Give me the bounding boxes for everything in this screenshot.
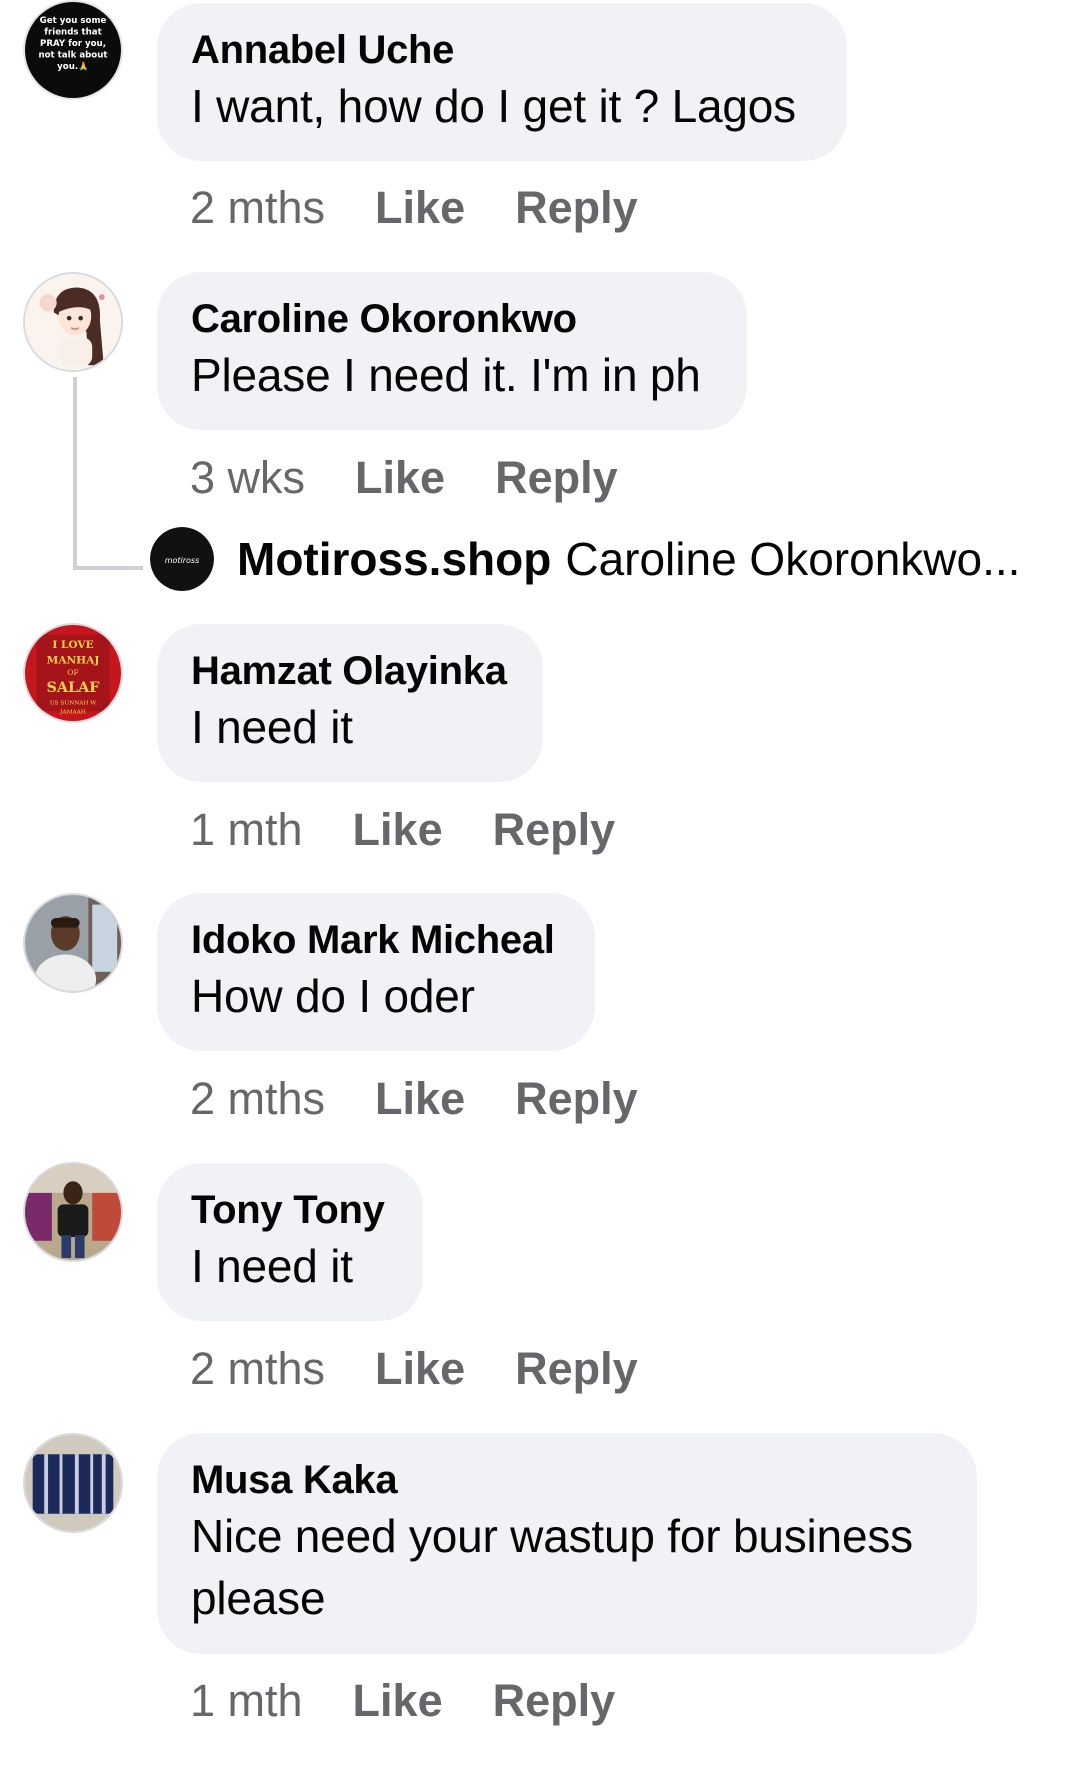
comment-actions: 3 wks Like Reply <box>190 450 668 506</box>
comment-bubble[interactable]: Musa Kaka Nice need your wastup for busi… <box>157 1433 977 1654</box>
comment-actions: 1 mth Like Reply <box>190 802 665 858</box>
reply-author[interactable]: Motiross.shop <box>237 533 551 585</box>
avatar-image: I LOVE MANHAJ OF SALAF US SUNNAH W JAMAA… <box>25 625 121 721</box>
avatar-image <box>25 1435 121 1531</box>
comment-text: Nice need your wastup for business pleas… <box>191 1510 913 1624</box>
reply-thread-connector <box>73 566 143 570</box>
reply-button[interactable]: Reply <box>493 1673 616 1729</box>
avatar[interactable] <box>23 1162 123 1262</box>
reply-button[interactable]: Reply <box>495 450 618 506</box>
avatar-caption-line: PRAY for you, <box>40 39 106 49</box>
avatar[interactable] <box>23 1433 123 1533</box>
like-button[interactable]: Like <box>353 802 443 858</box>
comment-actions: 2 mths Like Reply <box>190 180 688 236</box>
avatar-caption-line: I LOVE <box>52 639 93 651</box>
avatar[interactable]: Get you some friends that PRAY for you, … <box>23 0 123 100</box>
reply-thread-line <box>73 377 77 570</box>
avatar[interactable]: motiross <box>150 527 214 591</box>
avatar-caption-line: JAMAAH <box>59 709 86 715</box>
comment-text: I need it <box>191 1240 353 1292</box>
comment-bubble[interactable]: Hamzat Olayinka I need it <box>157 624 543 782</box>
comment-bubble[interactable]: Caroline Okoronkwo Please I need it. I'm… <box>157 272 747 430</box>
avatar[interactable] <box>23 893 123 993</box>
comment-text: I need it <box>191 701 353 753</box>
comment-bubble[interactable]: Idoko Mark Micheal How do I oder <box>157 893 595 1051</box>
avatar[interactable]: I LOVE MANHAJ OF SALAF US SUNNAH W JAMAA… <box>23 623 123 723</box>
comment-author[interactable]: Musa Kaka <box>191 1455 943 1505</box>
comment-timestamp[interactable]: 1 mth <box>190 802 303 858</box>
comment-actions: 1 mth Like Reply <box>190 1673 665 1729</box>
comment-bubble[interactable]: Tony Tony I need it <box>157 1163 423 1321</box>
avatar-caption-line: US SUNNAH W <box>50 701 96 707</box>
like-button[interactable]: Like <box>355 450 445 506</box>
avatar-image <box>25 895 121 991</box>
avatar-caption-line: SALAF <box>46 679 100 696</box>
avatar[interactable] <box>23 272 123 372</box>
comment-actions: 2 mths Like Reply <box>190 1071 688 1127</box>
reply-snippet: Caroline Okoronkwo... <box>565 533 1021 585</box>
comment-text: How do I oder <box>191 970 475 1022</box>
avatar-caption-line: Get you some <box>40 16 107 26</box>
comment-author[interactable]: Idoko Mark Micheal <box>191 915 561 965</box>
comment-timestamp[interactable]: 2 mths <box>190 1341 325 1397</box>
comment-author[interactable]: Caroline Okoronkwo <box>191 294 713 344</box>
comment-timestamp[interactable]: 2 mths <box>190 1071 325 1127</box>
like-button[interactable]: Like <box>375 180 465 236</box>
reply-button[interactable]: Reply <box>515 180 638 236</box>
reply-button[interactable]: Reply <box>515 1071 638 1127</box>
comment-timestamp[interactable]: 3 wks <box>190 450 305 506</box>
comment-author[interactable]: Annabel Uche <box>191 25 813 75</box>
avatar-image: Get you some friends that PRAY for you, … <box>25 2 121 98</box>
reply-button[interactable]: Reply <box>515 1341 638 1397</box>
avatar-image: motiross <box>150 527 214 591</box>
comment-actions: 2 mths Like Reply <box>190 1341 688 1397</box>
reply-button[interactable]: Reply <box>493 802 616 858</box>
avatar-caption-line: not talk about <box>38 51 107 61</box>
comment-bubble[interactable]: Annabel Uche I want, how do I get it ? L… <box>157 3 847 161</box>
like-button[interactable]: Like <box>353 1673 443 1729</box>
avatar-caption-line: OF <box>67 668 79 677</box>
avatar-caption-line: you.🙏 <box>57 61 89 72</box>
reply-preview-text[interactable]: Motiross.shop Caroline Okoronkwo... <box>237 529 1020 589</box>
like-button[interactable]: Like <box>375 1341 465 1397</box>
avatar-caption-line: friends that <box>44 28 101 38</box>
like-button[interactable]: Like <box>375 1071 465 1127</box>
avatar-caption-line: MANHAJ <box>47 654 100 666</box>
comment-author[interactable]: Tony Tony <box>191 1185 389 1235</box>
avatar-image <box>25 1164 121 1260</box>
avatar-caption: motiross <box>165 556 200 565</box>
comment-author[interactable]: Hamzat Olayinka <box>191 646 509 696</box>
avatar-image <box>25 274 121 370</box>
comment-timestamp[interactable]: 2 mths <box>190 180 325 236</box>
comment-text: Please I need it. I'm in ph <box>191 349 701 401</box>
comment-timestamp[interactable]: 1 mth <box>190 1673 303 1729</box>
comment-text: I want, how do I get it ? Lagos <box>191 80 796 132</box>
